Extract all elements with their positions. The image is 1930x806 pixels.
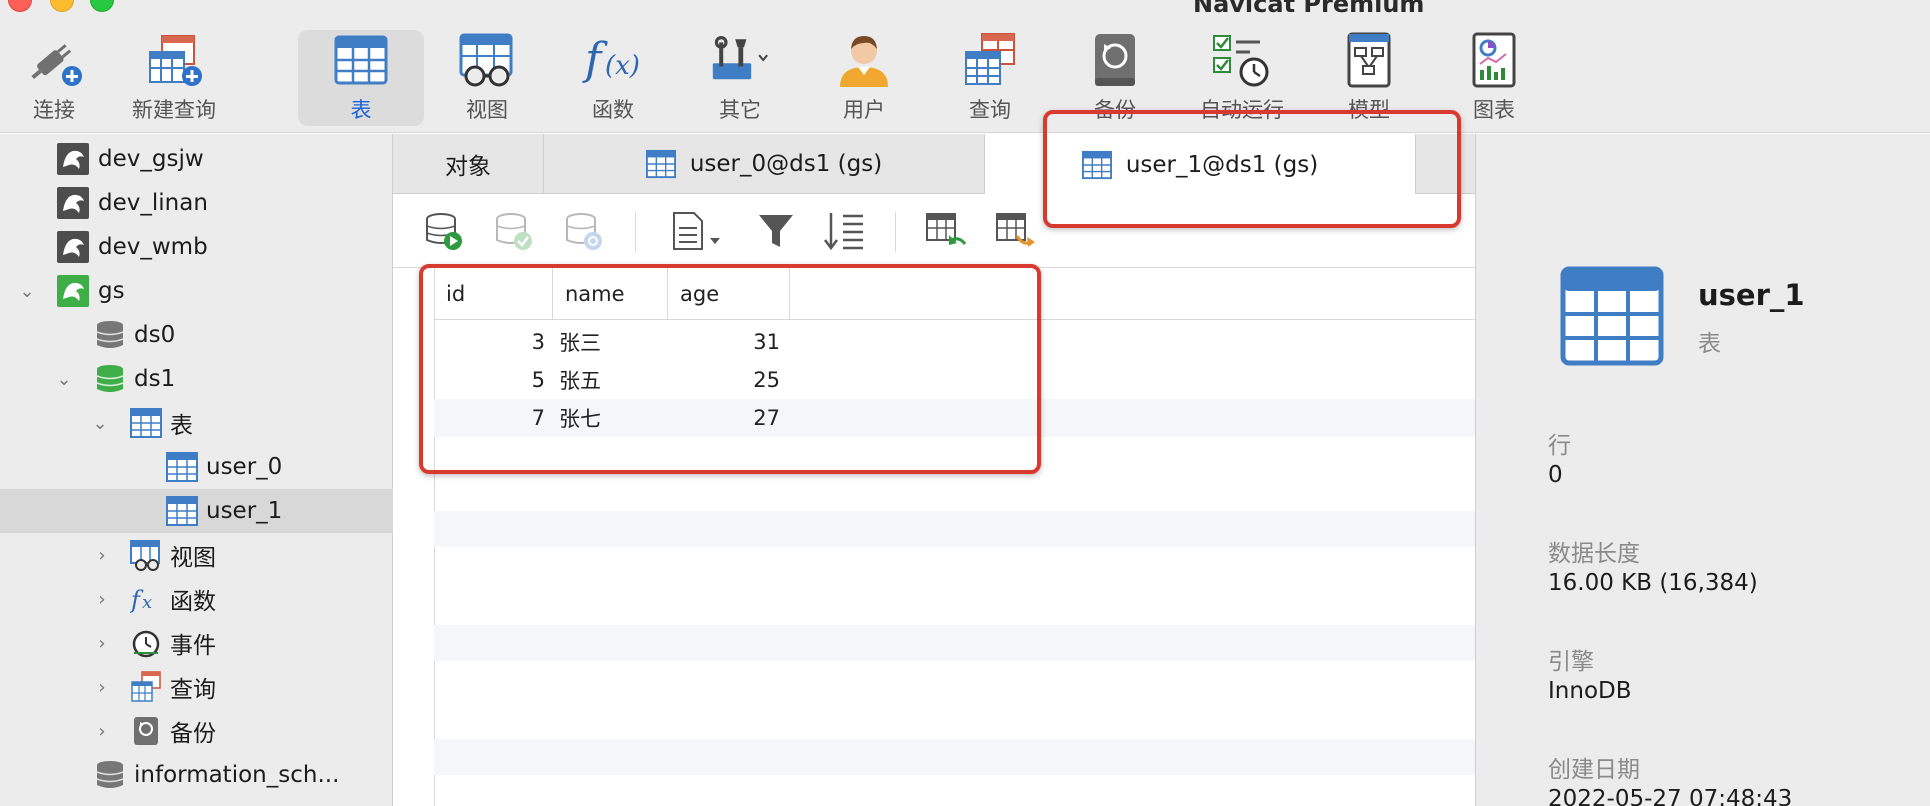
toolbar-separator bbox=[895, 212, 896, 252]
chevron-down-icon[interactable]: ⌄ bbox=[17, 281, 37, 302]
table-icon bbox=[166, 496, 198, 526]
chevron-right-icon[interactable]: › bbox=[92, 677, 112, 698]
toolbar-user-button[interactable]: 用户 bbox=[804, 30, 924, 126]
database-icon bbox=[96, 321, 124, 348]
user-icon bbox=[832, 30, 896, 90]
tree-item-views-folder[interactable]: › 视图 bbox=[0, 533, 393, 577]
tree-item-ds0[interactable]: ds0 bbox=[0, 313, 393, 357]
table-icon bbox=[1560, 266, 1664, 366]
function-icon: f (x) bbox=[581, 30, 645, 90]
toolbar-separator bbox=[635, 212, 636, 252]
toolbar-new-query-button[interactable]: 新建查询 bbox=[114, 30, 234, 126]
info-engine-value: InnoDB bbox=[1548, 678, 1632, 704]
rollback-icon[interactable] bbox=[563, 210, 605, 252]
info-created-value: 2022-05-27 07:48:43 bbox=[1548, 786, 1793, 806]
info-data-length-value: 16.00 KB (16,384) bbox=[1548, 570, 1758, 596]
info-rows-value: 0 bbox=[1548, 462, 1563, 488]
tree-item-functions-folder[interactable]: › f x 函数 bbox=[0, 577, 393, 621]
chevron-right-icon[interactable]: › bbox=[92, 589, 112, 610]
model-icon bbox=[1337, 30, 1401, 90]
connection-tree-sidebar: dev_gsjw dev_linan dev_wmb ⌄ gs ds0 ⌄ ds… bbox=[0, 134, 393, 806]
backup-icon bbox=[134, 717, 158, 745]
commit-icon[interactable] bbox=[493, 210, 535, 252]
import-icon[interactable] bbox=[925, 210, 967, 252]
tree-item-gs[interactable]: ⌄ gs bbox=[0, 269, 393, 313]
new-query-icon bbox=[142, 30, 206, 90]
toolbar-connect-button[interactable]: 连接 bbox=[0, 30, 114, 126]
database-icon bbox=[96, 761, 124, 788]
tree-item-events-folder[interactable]: › 事件 bbox=[0, 621, 393, 665]
info-table-type: 表 bbox=[1698, 331, 1721, 357]
chevron-right-icon[interactable]: › bbox=[92, 633, 112, 654]
tree-item-dev-gsjw[interactable]: dev_gsjw bbox=[0, 137, 393, 181]
automation-icon bbox=[1210, 30, 1274, 90]
tree-item-ds1[interactable]: ⌄ ds1 bbox=[0, 357, 393, 401]
object-info-panel: user_1 表 行 0 数据长度 16.00 KB (16,384) 引擎 I… bbox=[1475, 134, 1930, 806]
table-icon bbox=[130, 408, 162, 438]
chevron-right-icon[interactable]: › bbox=[92, 721, 112, 742]
tree-item-user-1[interactable]: user_1 bbox=[0, 489, 393, 533]
text-view-icon[interactable] bbox=[670, 210, 724, 252]
tree-item-dev-wmb[interactable]: dev_wmb bbox=[0, 225, 393, 269]
chevron-right-icon[interactable]: › bbox=[92, 545, 112, 566]
svg-text:x: x bbox=[142, 592, 152, 613]
info-engine-label: 引擎 bbox=[1548, 649, 1594, 675]
tree-item-information-schema[interactable]: information_sch... bbox=[0, 753, 393, 797]
database-icon bbox=[96, 365, 124, 392]
close-window-button[interactable] bbox=[8, 0, 32, 12]
function-icon: f x bbox=[130, 586, 152, 614]
info-rows-label: 行 bbox=[1548, 433, 1571, 459]
info-data-length-label: 数据长度 bbox=[1548, 541, 1640, 567]
highlight-box-grid-data bbox=[419, 264, 1041, 474]
info-table-name: user_1 bbox=[1698, 278, 1805, 312]
tree-item-queries-folder[interactable]: › 查询 bbox=[0, 665, 393, 709]
mysql-connection-icon bbox=[57, 187, 89, 219]
view-icon bbox=[130, 540, 160, 571]
event-clock-icon bbox=[132, 630, 160, 658]
view-icon bbox=[455, 30, 519, 90]
empty-row-stripe bbox=[434, 625, 1475, 661]
chart-icon bbox=[1462, 30, 1526, 90]
tree-item-dev-linan[interactable]: dev_linan bbox=[0, 181, 393, 225]
empty-row-stripe bbox=[434, 511, 1475, 547]
minimize-window-button[interactable] bbox=[50, 0, 74, 12]
chevron-down-icon[interactable]: ⌄ bbox=[54, 369, 74, 390]
begin-transaction-icon[interactable] bbox=[423, 210, 465, 252]
table-icon bbox=[329, 30, 393, 90]
tab-objects[interactable]: 对象 bbox=[393, 134, 544, 194]
export-icon[interactable] bbox=[995, 210, 1037, 252]
toolbar-table-button[interactable]: 表 bbox=[298, 30, 424, 126]
tab-user-0[interactable]: user_0@ds1 (gs) bbox=[544, 134, 985, 194]
query-icon bbox=[131, 671, 161, 702]
sort-icon[interactable] bbox=[823, 210, 865, 252]
filter-icon[interactable] bbox=[755, 210, 797, 252]
mysql-connection-icon bbox=[57, 231, 89, 263]
toolbar-function-button[interactable]: f (x) 函数 bbox=[553, 30, 673, 126]
toolbar-view-button[interactable]: 视图 bbox=[427, 30, 547, 126]
main-toolbar: Navicat Premium 连接 新建查询 表 视图 f (x) 函数 其它… bbox=[0, 0, 1930, 133]
zoom-window-button[interactable] bbox=[90, 0, 114, 12]
plug-connect-icon bbox=[22, 30, 86, 90]
info-created-label: 创建日期 bbox=[1548, 757, 1640, 783]
table-icon bbox=[645, 149, 676, 179]
table-icon bbox=[166, 452, 198, 482]
backup-icon bbox=[1083, 30, 1147, 90]
tree-item-backups-folder[interactable]: › 备份 bbox=[0, 709, 393, 753]
tree-item-user-0[interactable]: user_0 bbox=[0, 445, 393, 489]
query-icon bbox=[958, 30, 1022, 90]
chevron-down-icon[interactable]: ⌄ bbox=[90, 413, 110, 434]
mysql-connection-icon bbox=[57, 275, 89, 307]
mysql-connection-icon bbox=[57, 143, 89, 175]
toolbar-others-button[interactable]: 其它 bbox=[680, 30, 800, 126]
empty-row-stripe bbox=[434, 739, 1475, 775]
highlight-box-active-tab bbox=[1043, 110, 1461, 228]
tree-item-tables-folder[interactable]: ⌄ 表 bbox=[0, 401, 393, 445]
toolbar-query-button[interactable]: 查询 bbox=[930, 30, 1050, 126]
tools-icon bbox=[708, 30, 772, 90]
window-title: Navicat Premium bbox=[1193, 0, 1425, 18]
svg-text:(x): (x) bbox=[605, 51, 640, 81]
